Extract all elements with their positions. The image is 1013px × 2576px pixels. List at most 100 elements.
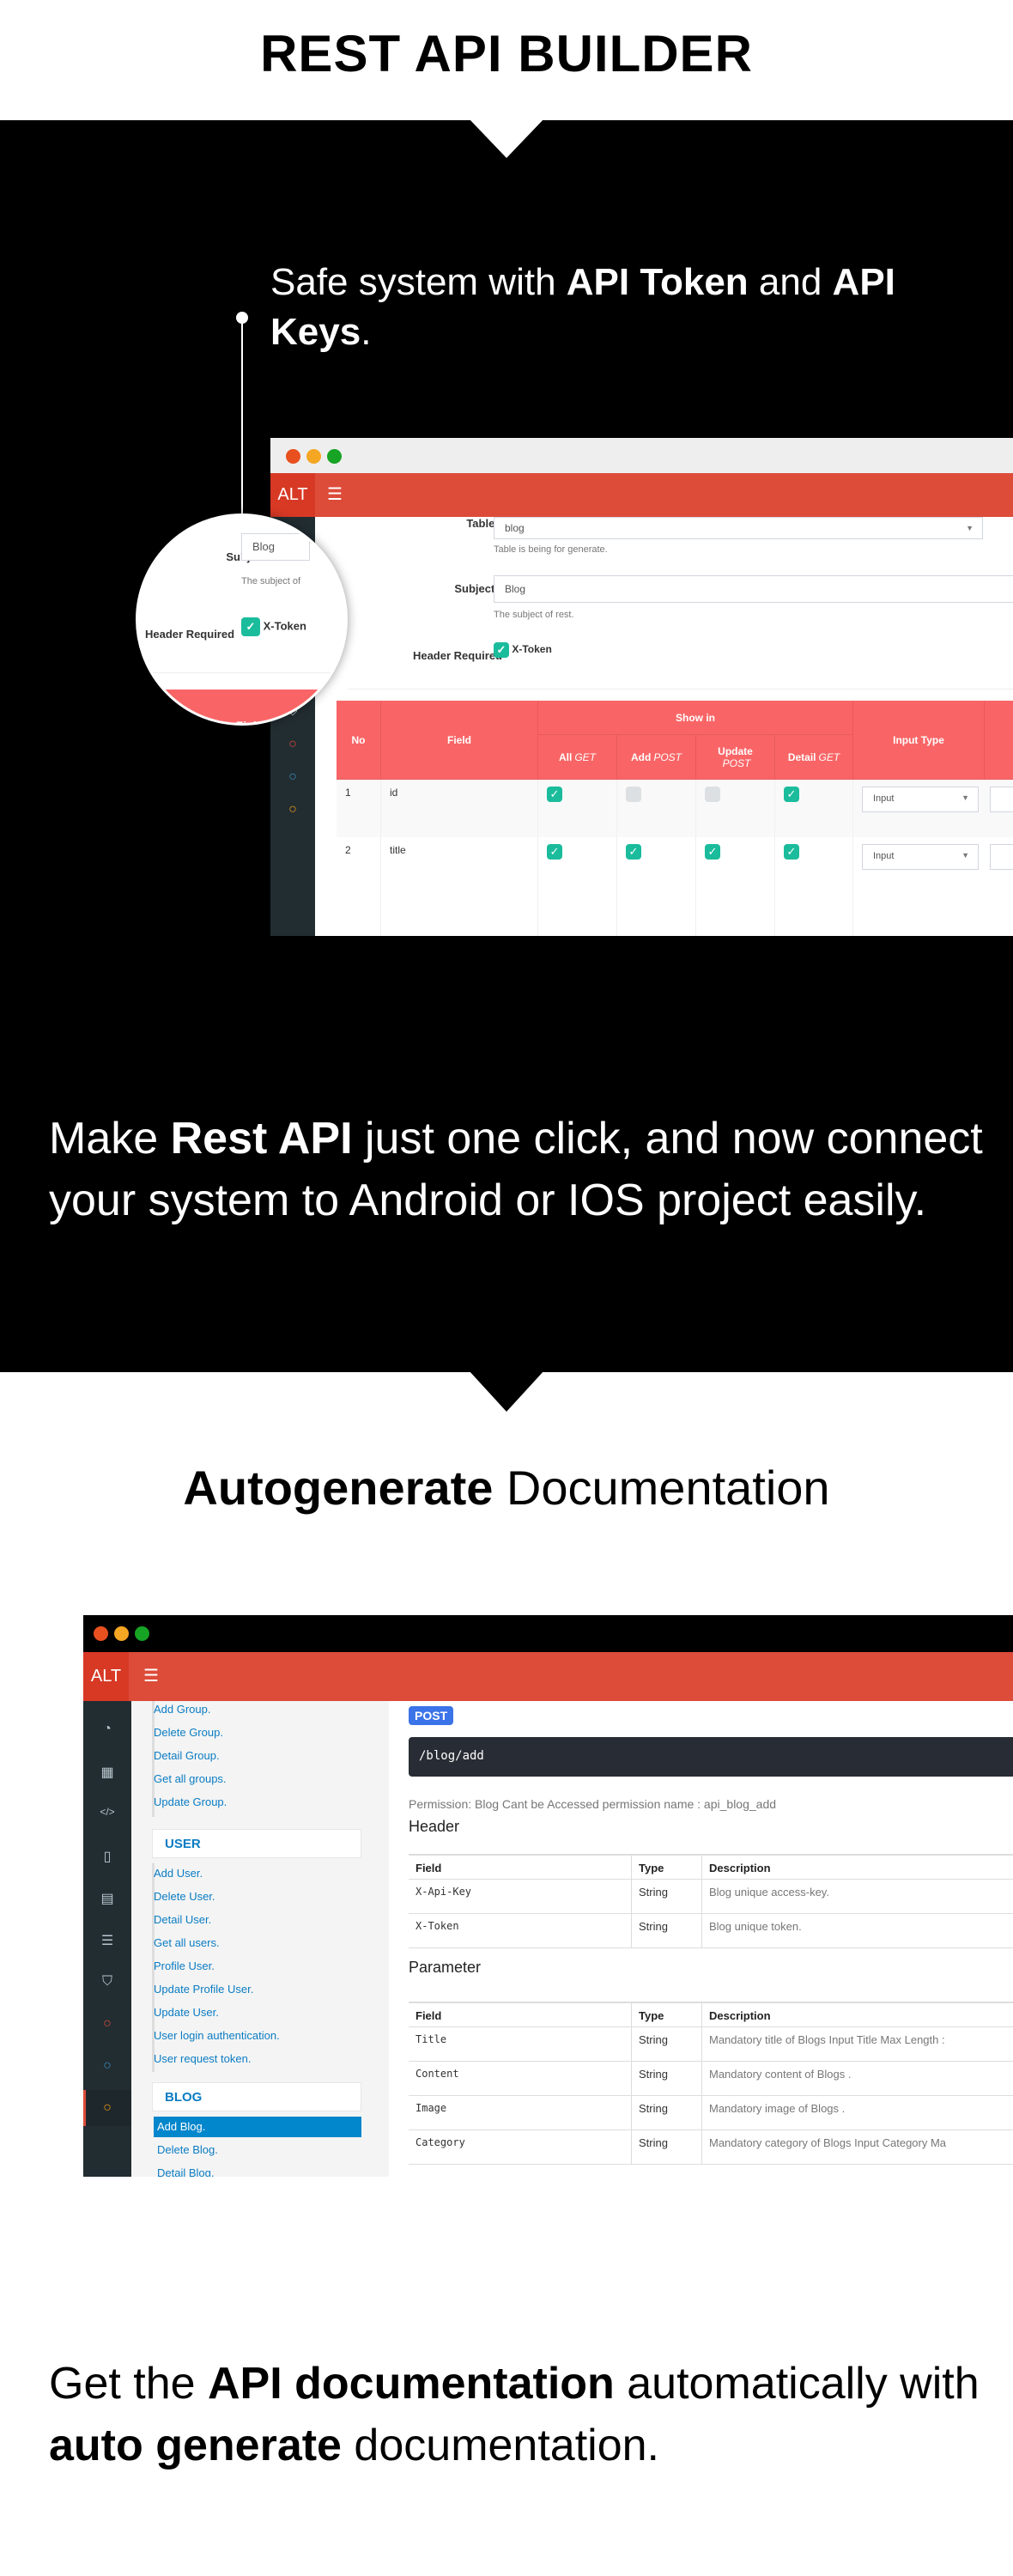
cell-type: String [632,2130,702,2165]
next-select[interactable] [990,787,1013,812]
checkbox-checked[interactable]: ✓ [784,844,799,860]
menu-item[interactable]: Update Profile User. [154,1983,253,1996]
bold-text: Rest API [170,1114,353,1163]
col-add-post: Add POST [617,735,696,780]
menu-item[interactable]: Add User. [154,1867,203,1880]
hamburger-icon[interactable]: ☰ [327,473,343,517]
divider [348,689,1013,690]
cell-all-get: ✓ [538,837,617,936]
menu-item[interactable]: Delete User. [154,1890,215,1903]
menu-item[interactable]: Update User. [154,2006,219,2019]
next-select[interactable] [990,844,1013,870]
select-value: Input [873,851,895,861]
circle-blue-icon[interactable]: ○ [83,2058,131,2074]
input-type-select[interactable]: Input ▼ [862,787,979,812]
xtoken-checkbox[interactable]: ✓ X-Token [494,642,552,658]
col-detail-get: Detail GET [775,735,853,780]
hamburger-icon[interactable]: ☰ [143,1652,159,1701]
circle-red-icon[interactable]: ○ [270,737,315,752]
cell-detail-get: ✓ [775,837,853,936]
pointer-arrow [469,1370,544,1412]
cell-description: Mandatory content of Blogs . [702,2062,1013,2096]
code-icon[interactable]: </> [83,1806,131,1818]
cell-type: String [632,2062,702,2096]
list-icon[interactable]: ☰ [83,1932,131,1949]
checkbox-checked[interactable]: ✓ [705,844,720,860]
text: Make [49,1114,171,1163]
menu-item[interactable]: Get all groups. [154,1772,227,1785]
magnifier-callout: Subject * Blog The subject of Header Req… [136,513,348,726]
check-icon: ✓ [494,642,509,658]
cell-all-get: ✓ [538,780,617,837]
cell-field: Image [409,2096,632,2130]
menu-heading-blog: BLOG [152,2082,361,2111]
menu-item-active[interactable]: Add Blog. [154,2117,361,2137]
app-logo[interactable]: ALT [270,473,315,517]
dashboard-icon[interactable]: ◔ [83,1722,131,1737]
input-type-select[interactable]: Input ▼ [862,844,979,870]
permission-text: Permission: Blog Cant be Accessed permis… [409,1797,777,1811]
app-logo[interactable]: ALT [83,1652,129,1701]
app-header: ALT ☰ [83,1652,1013,1701]
menu-item[interactable]: Delete Blog. [157,2143,218,2156]
checkbox-checked[interactable]: ✓ [547,787,562,802]
menu-item[interactable]: Detail User. [154,1913,211,1926]
checkbox-label: X-Token [263,619,306,633]
cell-description: Blog unique access-key. [702,1880,1013,1914]
menu-item[interactable]: Detail Group. [154,1749,220,1762]
menu-item[interactable]: User login authentication. [154,2029,280,2042]
circle-yellow-icon[interactable]: ○ [83,2100,131,2116]
menu-item[interactable]: Delete Group. [154,1726,223,1739]
table-help: Table is being for generate. [494,544,608,555]
newspaper-icon[interactable]: ▤ [83,1890,131,1907]
circle-red-icon[interactable]: ○ [83,2016,131,2032]
minimize-dot[interactable] [114,1626,129,1641]
menu-item[interactable]: User request token. [154,2052,251,2065]
maximize-dot[interactable] [327,449,342,464]
pointer-arrow [469,118,544,158]
chevron-down-icon: ▼ [961,851,969,860]
cell-no: 1 [337,780,381,837]
menu-item[interactable]: Detail Blog. [157,2166,214,2177]
file-icon[interactable]: ▯ [83,1848,131,1865]
close-dot[interactable] [286,449,300,464]
checkbox-checked[interactable]: ✓ [626,844,641,860]
text: and [748,261,833,303]
cell-add-post: ✓ [617,837,696,936]
minimize-dot[interactable] [306,449,321,464]
close-dot[interactable] [94,1626,108,1641]
checkbox-checked[interactable]: ✓ [547,844,562,860]
cell-description: Mandatory title of Blogs Input Title Max… [702,2027,1013,2062]
checkbox-unchecked[interactable]: ✓ [626,787,641,802]
cell-field: X-Token [409,1914,632,1948]
bold-text: API Token [566,261,749,303]
cell-type: String [632,1880,702,1914]
parameter-section-title: Parameter [409,1959,482,1976]
cell-update-post: ✓ [696,780,775,837]
maximize-dot[interactable] [135,1626,149,1641]
shield-icon[interactable]: ⛉ [83,1974,131,1990]
table-label: Table * [356,517,502,530]
subject-input[interactable]: Blog [494,575,1013,603]
checkbox-checked[interactable]: ✓ [784,787,799,802]
menu-item[interactable]: Update Group. [154,1795,227,1808]
col-field: Field [381,701,538,780]
mag-xtoken: ✓ X-Token [241,617,306,636]
text: Get the [49,2359,208,2409]
menu-item[interactable]: Profile User. [154,1959,215,1972]
label-text: Subject [454,582,495,595]
cell-description: Blog unique token. [702,1914,1013,1948]
circle-yellow-icon[interactable]: ○ [270,802,315,817]
window-titlebar [270,438,1013,473]
circle-blue-icon[interactable]: ○ [270,769,315,785]
checkbox-label: X-Token [512,643,552,656]
table-icon[interactable]: ▦ [83,1764,131,1781]
menu-item[interactable]: Add Group. [154,1703,211,1716]
menu-item[interactable]: Get all users. [154,1936,220,1949]
endpoint-code: /blog/add [409,1737,1013,1777]
text: . [361,311,372,353]
table-select[interactable]: blog ▼ [494,517,983,539]
checkbox-unchecked[interactable]: ✓ [705,787,720,802]
cell-description: Mandatory image of Blogs . [702,2096,1013,2130]
col-type: Type [632,1854,702,1880]
